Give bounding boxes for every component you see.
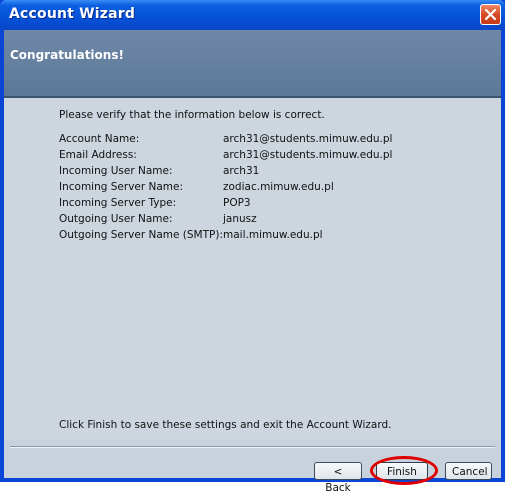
verify-text: Please verify that the information below… (59, 109, 325, 121)
back-button[interactable]: < Back (314, 462, 362, 494)
summary-row: Incoming Server Type: POP3 (59, 195, 392, 211)
field-label: Outgoing User Name: (59, 213, 173, 225)
wizard-footer: < Back Finish Cancel (4, 440, 501, 494)
field-value: zodiac.mimuw.edu.pl (223, 181, 334, 193)
account-summary-table: Account Name: arch31@students.mimuw.edu.p… (59, 131, 392, 243)
finish-instruction: Click Finish to save these settings and … (59, 419, 392, 431)
field-value: arch31 (223, 165, 260, 177)
summary-row: Account Name: arch31@students.mimuw.edu.p… (59, 131, 392, 147)
field-value: mail.mimuw.edu.pl (223, 229, 323, 241)
wizard-banner: Congratulations! (4, 30, 501, 96)
banner-title: Congratulations! (10, 48, 124, 62)
cancel-button[interactable]: Cancel (445, 462, 492, 480)
finish-highlight-ring (370, 456, 438, 485)
summary-row: Email Address: arch31@students.mimuw.edu.… (59, 147, 392, 163)
close-icon (484, 8, 497, 21)
summary-row: Outgoing User Name: janusz (59, 211, 392, 227)
window-title: Account Wizard (9, 6, 136, 22)
field-value: janusz (223, 213, 257, 225)
summary-row: Incoming User Name: arch31 (59, 163, 392, 179)
title-bar[interactable]: Account Wizard (0, 0, 505, 30)
close-button[interactable] (480, 4, 501, 25)
field-value: arch31@students.mimuw.edu.pl (223, 149, 393, 161)
field-value: POP3 (223, 197, 251, 209)
footer-divider-highlight (10, 447, 495, 448)
field-label: Incoming User Name: (59, 165, 173, 177)
field-label: Incoming Server Type: (59, 197, 177, 209)
field-label: Email Address: (59, 149, 137, 161)
wizard-client-area: Congratulations! Please verify that the … (4, 30, 501, 494)
wizard-content: Please verify that the information below… (4, 98, 501, 440)
summary-row: Outgoing Server Name (SMTP): mail.mimuw.e… (59, 227, 392, 243)
field-label: Account Name: (59, 133, 140, 145)
account-wizard-window: Account Wizard Congratulations! Please v… (0, 0, 505, 494)
field-value: arch31@students.mimuw.edu.pl (223, 133, 393, 145)
field-label: Incoming Server Name: (59, 181, 184, 193)
summary-row: Incoming Server Name: zodiac.mimuw.edu.pl (59, 179, 392, 195)
field-label: Outgoing Server Name (SMTP): (59, 229, 223, 241)
